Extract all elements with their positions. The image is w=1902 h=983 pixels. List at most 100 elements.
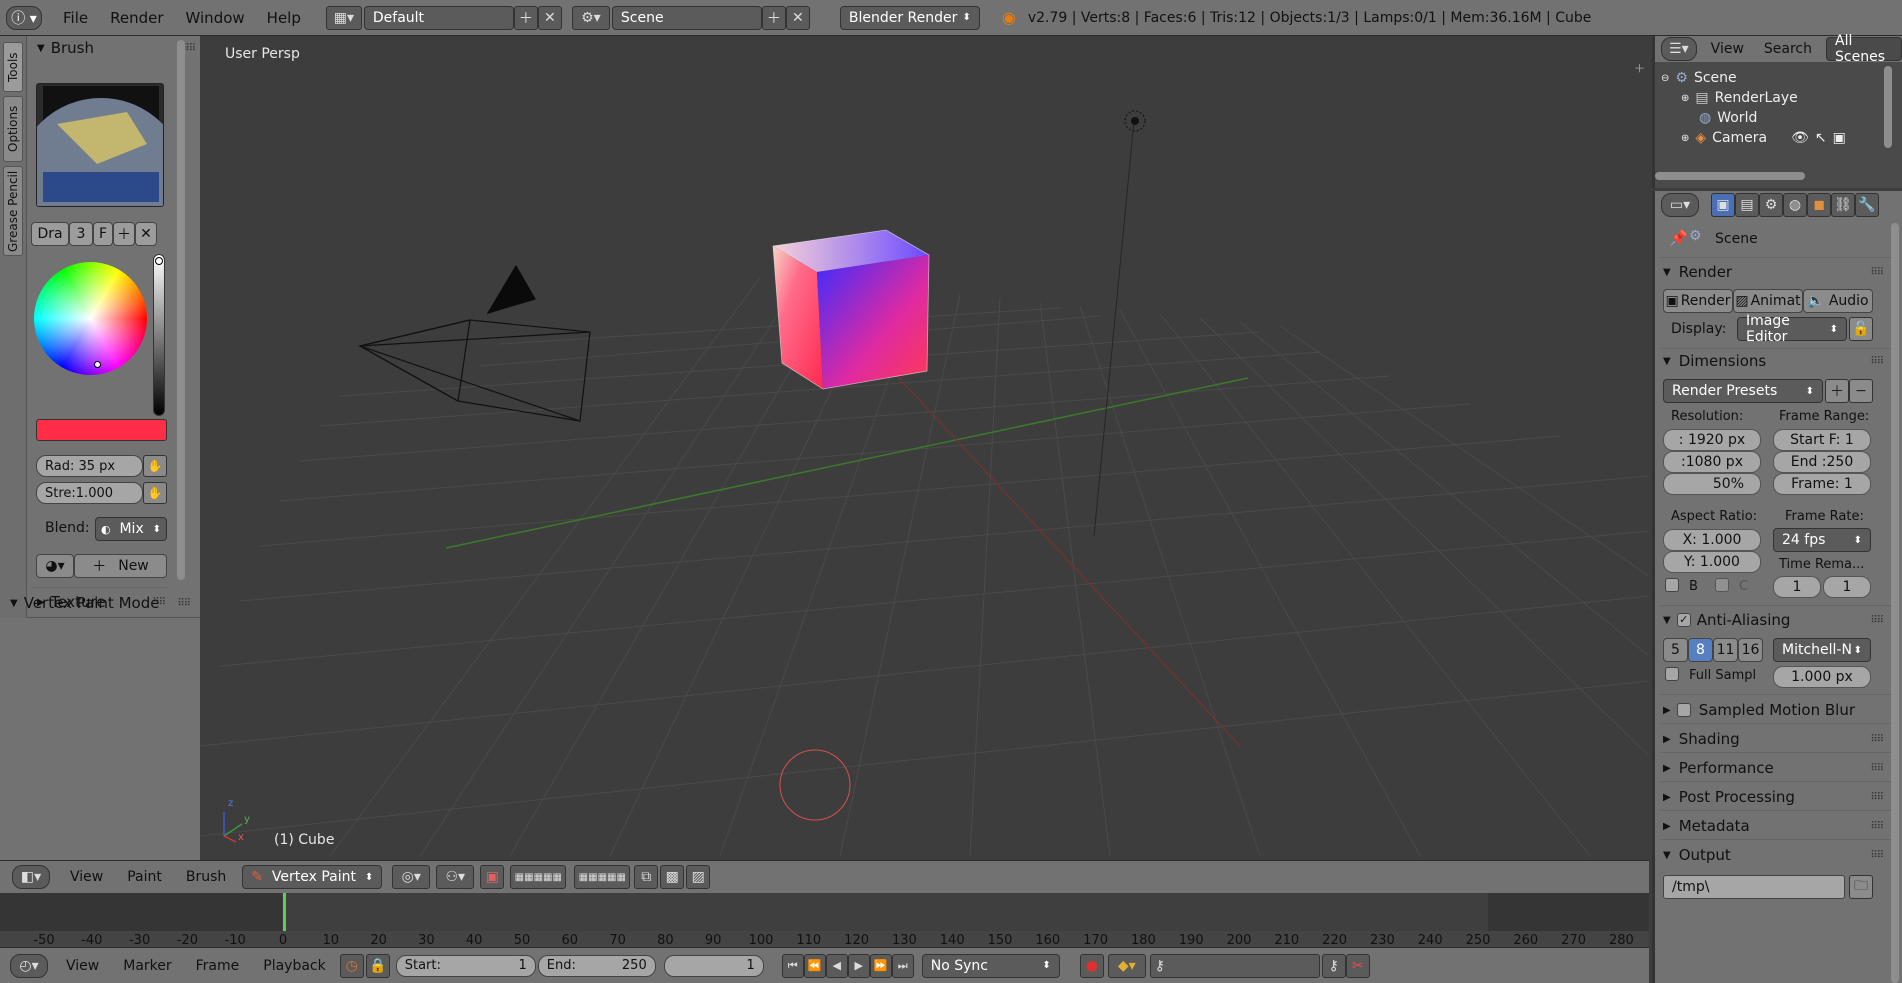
sync-mode-selector[interactable]: No Sync ⬍ [921,953,1060,978]
metadata-panel-header[interactable]: ▶ Metadata ⠿⠿ [1663,813,1889,839]
render-anim-button[interactable]: ▨ [686,865,711,889]
motion-blur-panel-header[interactable]: ▶ Sampled Motion Blur [1663,697,1889,723]
viewport-shading-button[interactable]: ◎▾ [392,865,431,889]
region-toggle-icon[interactable]: ＋ [1634,60,1645,76]
lock-range-button[interactable]: 🔒 [365,953,390,978]
aa-samples-11[interactable]: 11 [1713,638,1738,662]
tool-shelf-scrollbar[interactable] [177,40,185,580]
animation-button[interactable]: ▨ Animat [1733,289,1803,313]
strength-field[interactable]: Stre:1.000 [36,482,143,504]
crop-checkbox[interactable] [1715,577,1729,593]
render-camera-icon[interactable]: ▣ [1833,130,1846,146]
keying-set-field[interactable]: ⚷ [1149,953,1320,978]
properties-editor-type-button[interactable]: ▭▾ [1661,193,1699,217]
brush-fake-user-button[interactable]: F [93,222,113,246]
aspect-y-field[interactable]: Y: 1.000 [1663,551,1761,573]
menu-render[interactable]: Render [99,9,174,27]
aa-samples-8[interactable]: 8 [1688,638,1713,662]
play-reverse-button[interactable]: ◀ [825,953,848,978]
outliner-row-world[interactable]: ◍ World [1699,108,1757,128]
cube-object[interactable] [772,229,930,390]
dimensions-panel-header[interactable]: ▼ Dimensions ⠿⠿ [1663,348,1889,374]
menu-view[interactable]: View [66,958,99,974]
value-slider-handle[interactable] [155,257,163,265]
resolution-percent-field[interactable]: 50% [1663,473,1761,495]
remove-preset-button[interactable]: − [1849,379,1873,403]
add-layout-button[interactable]: ＋ [513,5,538,30]
scene-selector[interactable]: Scene [611,5,762,30]
render-panel-header[interactable]: ▼ Render ⠿⠿ [1663,259,1889,285]
keying-set-button[interactable]: ◆▾ [1107,953,1146,978]
next-keyframe-button[interactable]: ⏩ [869,953,892,978]
properties-scrollbar[interactable] [1891,223,1899,983]
display-mode-selector[interactable]: All Scenes [1826,33,1902,65]
prev-keyframe-button[interactable]: ⏪ [803,953,826,978]
tab-scene[interactable]: ⚙ [1759,193,1783,217]
info-editor-type-button[interactable]: ⓘ ▾ [6,5,42,30]
aa-filter-selector[interactable]: Mitchell-N ⬍ [1773,638,1871,662]
vertex-paint-mode-header[interactable]: ▼ Vertex Paint Mode ⠿⠿ [10,591,196,615]
menu-search[interactable]: Search [1764,41,1812,57]
radius-field[interactable]: Rad: 35 px [36,455,143,477]
play-button[interactable]: ▶ [847,953,870,978]
preview-range-button[interactable]: ◷ [339,953,364,978]
output-path-field[interactable]: /tmp\ [1663,875,1845,899]
menu-help[interactable]: Help [256,9,312,27]
filter-size-field[interactable]: 1.000 px [1773,666,1871,688]
pivot-button[interactable]: ⚇▾ [436,865,475,889]
browse-folder-button[interactable]: 🗀 [1849,875,1873,899]
outliner-editor-type-button[interactable]: ☰▾ [1661,37,1697,61]
audio-button[interactable]: 🔈 Audio [1803,289,1873,313]
tab-object[interactable]: ◼ [1807,193,1831,217]
layout-selector[interactable]: Default [363,5,514,30]
post-processing-panel-header[interactable]: ▶ Post Processing ⠿⠿ [1663,784,1889,810]
value-slider[interactable] [153,254,165,416]
record-button[interactable]: ● [1079,953,1104,978]
time-remap-old-field[interactable]: 1 [1773,576,1821,598]
brush-name-field[interactable]: Dra [31,222,69,246]
face-mask-button[interactable]: ▣ [480,865,505,889]
resolution-y-field[interactable]: :1080 px [1663,451,1761,473]
menu-paint[interactable]: Paint [115,869,174,885]
lock-interface-button[interactable]: 🔓 [1849,317,1873,341]
current-frame-field[interactable]: 1 [663,954,764,977]
motion-blur-checkbox[interactable] [1676,703,1691,717]
mode-selector[interactable]: ✎ Vertex Paint ⬍ [242,865,383,889]
remove-brush-button[interactable]: ✕ [135,222,157,246]
menu-file[interactable]: File [52,9,99,27]
aa-samples-16[interactable]: 16 [1738,638,1763,662]
scene-icon-button[interactable]: ⚙▾ [571,5,610,30]
new-texture-button[interactable]: ＋ New [74,554,167,578]
menu-brush[interactable]: Brush [174,869,238,885]
visibility-eye-icon[interactable]: 👁 [1791,130,1809,146]
render-presets-selector[interactable]: Render Presets ⬍ [1663,379,1823,403]
outliner-row-scene[interactable]: ⊖ ⚙ Scene [1661,68,1737,88]
tab-constraints[interactable]: ⛓ [1831,193,1855,217]
resolution-x-field[interactable]: : 1920 px [1663,429,1761,451]
outliner-row-camera[interactable]: ⊕ ◈ Camera 👁 ↖ ▣ [1681,128,1891,148]
lock-camera-button[interactable]: ⧉ [634,865,659,889]
end-frame-field[interactable]: End :250 [1773,451,1871,473]
editor-type-button[interactable]: ◧▾ [12,865,50,889]
render-engine-selector[interactable]: Blender Render ⬍ [839,5,980,30]
menu-frame[interactable]: Frame [196,958,240,974]
select-arrow-icon[interactable]: ↖ [1815,130,1827,146]
shading-panel-header[interactable]: ▶ Shading ⠿⠿ [1663,726,1889,752]
color-wheel[interactable] [34,262,147,375]
add-brush-button[interactable]: ＋ [113,222,135,246]
layout-icon-button[interactable]: ▦▾ [325,5,362,30]
outliner-row-renderlayers[interactable]: ⊕ ▤ RenderLaye [1681,88,1798,108]
lamp-icon[interactable] [1124,110,1146,132]
menu-playback[interactable]: Playback [263,958,325,974]
add-scene-button[interactable]: ＋ [761,5,786,30]
tab-options[interactable]: Options [3,96,23,162]
tab-grease-pencil[interactable]: Grease Pencil [3,166,23,256]
performance-panel-header[interactable]: ▶ Performance ⠿⠿ [1663,755,1889,781]
end-frame-field[interactable]: End: 250 [537,954,656,977]
output-panel-header[interactable]: ▼ Output ⠿⠿ [1663,842,1889,868]
anti-aliasing-panel-header[interactable]: ▼ ✓ Anti-Aliasing ⠿⠿ [1663,607,1889,633]
menu-window[interactable]: Window [175,9,256,27]
layers-b-button[interactable]: ▦▦▦▦▦ [574,865,631,889]
outliner[interactable]: ☰▾ View Search All Scenes ⊖ ⚙ Scene ⊕ ▤ Rend… [1652,33,1902,188]
border-checkbox[interactable] [1665,577,1679,593]
